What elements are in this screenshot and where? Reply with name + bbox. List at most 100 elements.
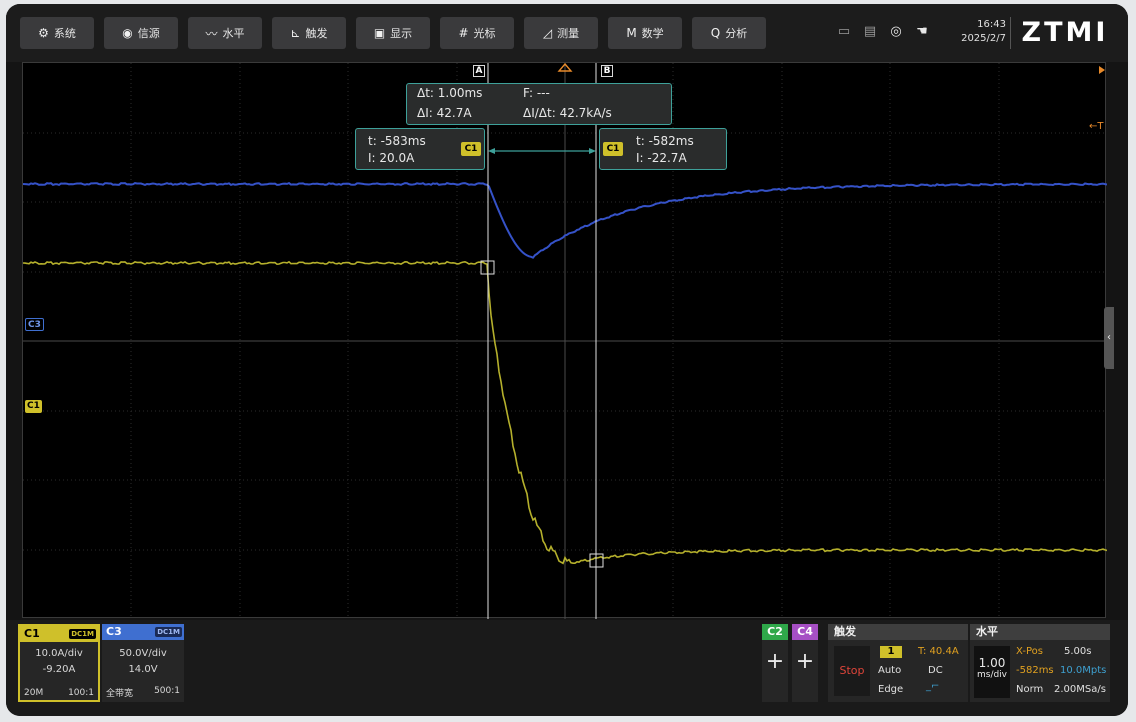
horizontal-offset: -582ms [1016,665,1054,676]
delta-arrow-left [488,148,495,154]
waveform-display[interactable]: A B Δt: 1.00ms F: --- ΔI: 42.7A ΔI/Δt: 4… [22,62,1107,619]
rising-edge-icon: _⌐ [926,681,940,692]
c3-footer: 全带宽 500:1 [106,686,180,699]
frequency-text: F: --- [523,86,550,100]
horizontal-title: 水平 [970,624,1110,640]
cursor-b-tag[interactable]: B [601,65,613,77]
timebase-value: 1.00 [978,656,1006,670]
display-button[interactable]: ▣ 显示 [356,17,430,49]
delta-i-text: ΔI: 42.7A [417,106,472,120]
clock-divider [1010,17,1011,49]
cursor-b-source-tag: C1 [603,142,623,156]
cursor-a-time: t: -583ms [368,134,426,148]
waveform-canvas [23,63,1107,619]
cursor-a-value: I: 20.0A [368,151,415,165]
c1-offset-marker[interactable]: C1 [25,400,42,413]
cursor-b-time: t: -582ms [636,134,694,148]
c3-offset-marker[interactable]: C3 [25,318,44,331]
trigger-button[interactable]: ⊾ 触发 [272,17,346,49]
horizontal-label: 水平 [222,27,245,40]
c3-scale: 50.0V/div [119,648,167,659]
gear-icon: ⚙ [38,26,49,40]
cursor-icon: # [458,26,469,40]
channel-c1-panel[interactable]: C1 DC1M 10.0A/div -9.20A 20M 100:1 [18,624,100,702]
c3-probe: 500:1 [154,686,180,696]
add-channel-c2[interactable]: C2 + [762,624,788,702]
sample-rate: 2.00MSa/s [1054,684,1106,695]
c2-header: C2 [762,624,788,640]
trigger-coupling: DC [928,665,943,676]
add-c4-icon: + [795,649,815,674]
system-label: 系统 [53,27,76,40]
math-icon: M [626,26,637,40]
screen-icon[interactable]: ▭ [836,24,852,40]
cursor-a-source-tag: C1 [461,142,481,156]
horizontal-wave-icon: 〰 [205,26,218,41]
system-button[interactable]: ⚙ 系统 [20,17,94,49]
signal-source-icon: ◉ [122,26,133,40]
c3-offset: 14.0V [128,664,158,675]
display-icon: ▣ [373,26,386,40]
c1-coupling: DC1M [69,629,96,639]
top-toolbar: ⚙ 系统 ◉ 信源 〰水平 ⊾ 触发 ▣ 显示 # 光标 ◿ 测量 M 数学 Q 分析 ▭ ▤ … [6,4,1128,62]
analyze-icon: Q [710,26,721,40]
measure-button[interactable]: ◿ 测量 [524,17,598,49]
measure-icon: ◿ [542,26,553,40]
network-icon[interactable]: ◎ [888,24,904,40]
clock: 16:43 2025/2/7 [946,18,1006,46]
c3-name: C3 [106,625,122,638]
source-label: 信源 [137,27,160,40]
display-label: 显示 [390,27,413,40]
c1-name: C1 [24,627,40,640]
analyze-button[interactable]: Q 分析 [692,17,766,49]
cursor-a-tag[interactable]: A [473,65,485,77]
c3-header: C3 DC1M [102,624,184,640]
slope-text: ΔI/Δt: 42.7kA/s [523,106,612,120]
trigger-mode: Auto [878,665,902,676]
horizontal-panel[interactable]: 水平 1.00 ms/div X-Pos 5.00s -582ms 10.0Mp… [970,624,1110,702]
acquire-mode: Norm [1016,684,1044,695]
timebase-unit: ms/div [976,670,1008,680]
clock-date: 2025/2/7 [961,33,1006,44]
storage-icon[interactable]: ▤ [862,24,878,40]
clock-time: 16:43 [977,19,1006,30]
cursor-button[interactable]: # 光标 [440,17,514,49]
math-button[interactable]: M 数学 [608,17,682,49]
c1-offset: -9.20A [42,664,76,675]
measure-label: 测量 [557,27,580,40]
delta-arrow-right [589,148,596,154]
channel-c3-panel[interactable]: C3 DC1M 50.0V/div 14.0V 全带宽 500:1 [102,624,184,702]
add-channel-c4[interactable]: C4 + [792,624,818,702]
status-bar: C1 DC1M 10.0A/div -9.20A 20M 100:1 C3 DC1… [6,620,1128,716]
oscilloscope-device: ⚙ 系统 ◉ 信源 〰水平 ⊾ 触发 ▣ 显示 # 光标 ◿ 测量 M 数学 Q 分析 ▭ ▤ … [6,4,1128,716]
horizontal-button[interactable]: 〰水平 [188,17,262,49]
c1-footer: 20M 100:1 [24,688,94,698]
memory-depth: 10.0Mpts [1060,665,1107,676]
cursor-b-value: I: -22.7A [636,151,687,165]
trigger-panel[interactable]: 触发 Stop 1 T: 40.4A Auto DC Edge _⌐ [828,624,968,702]
scroll-right-marker[interactable] [1099,66,1105,74]
run-stop-status[interactable]: Stop [834,646,870,696]
xpos-label: X-Pos [1016,646,1043,657]
touch-icon[interactable]: ☚ [914,24,930,40]
delta-t-text: Δt: 1.00ms [417,86,483,100]
cursor-label: 光标 [473,27,496,40]
c3-bandwidth: 全带宽 [106,689,134,699]
source-button[interactable]: ◉ 信源 [104,17,178,49]
brand-logo: ZTMI [1021,17,1109,48]
trigger-icon: ⊾ [290,26,301,40]
c4-header: C4 [792,624,818,640]
c1-probe: 100:1 [68,688,94,698]
xpos-value: 5.00s [1064,646,1092,657]
c3-coupling: DC1M [155,627,182,637]
math-label: 数学 [641,27,664,40]
analyze-label: 分析 [725,27,748,40]
trigger-label: 触发 [305,27,328,40]
trigger-title: 触发 [828,624,968,640]
trigger-level-marker[interactable]: ←T [1089,121,1104,132]
c1-scale: 10.0A/div [35,648,83,659]
side-panel-toggle[interactable]: ‹ [1104,307,1114,369]
c1-bandwidth: 20M [24,688,44,698]
add-c2-icon: + [765,649,785,674]
timebase-box[interactable]: 1.00 ms/div [974,646,1010,698]
